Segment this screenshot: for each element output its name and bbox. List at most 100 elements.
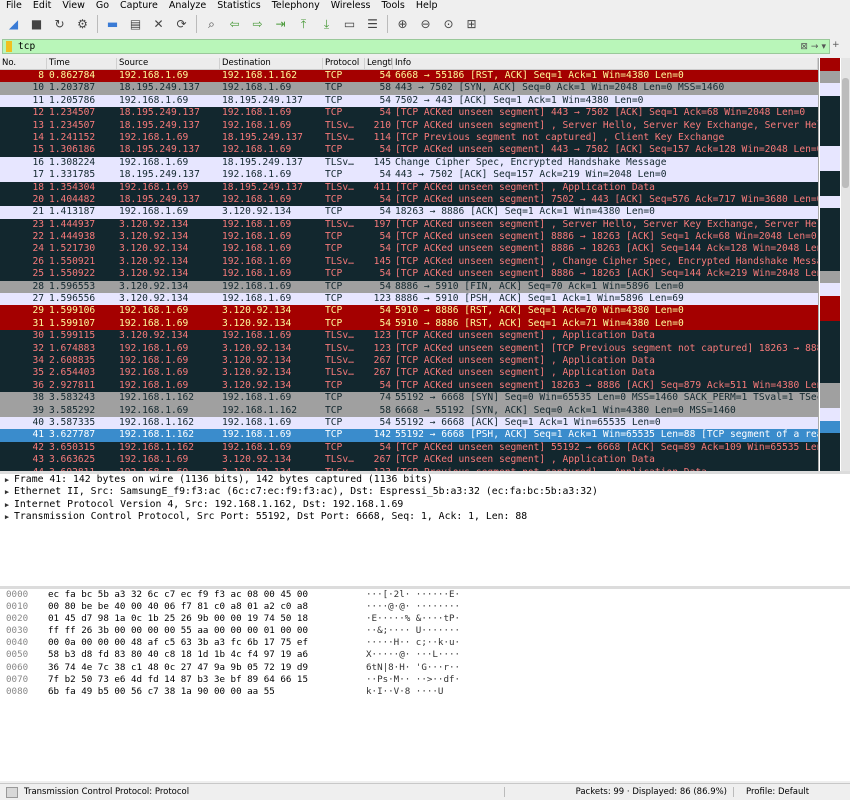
packet-row[interactable]: 24 1.521730 3.120.92.134 192.168.1.69 TCP 54 [… — [0, 243, 818, 256]
packet-row[interactable]: 11 1.205786 192.168.1.69 18.195.249.137 TCP 5… — [0, 94, 818, 108]
hex-dump-asc[interactable]: ··&;···· U······· — [366, 625, 506, 637]
find-packet-icon[interactable]: ⌕ — [203, 15, 221, 33]
packet-details-pane[interactable]: ▶ Frame 41: 142 bytes on wire (1136 bits)… — [0, 474, 850, 586]
go-first-icon[interactable]: ⤒ — [295, 15, 313, 33]
scrollbar-thumb[interactable] — [842, 78, 849, 188]
packet-row[interactable]: 40 3.587335 192.168.1.162 192.168.1.69 TCP 54… — [0, 416, 818, 430]
hex-dump-asc[interactable]: ···[·2l· ······E· — [366, 589, 506, 601]
packet-list-scrollbar[interactable] — [841, 58, 850, 471]
packet-row[interactable]: 20 1.404482 18.195.249.137 192.168.1.69 TCP 5… — [0, 193, 818, 207]
menu-statistics[interactable]: Statistics — [217, 0, 260, 11]
hex-dump-off[interactable]: 0010 — [0, 601, 44, 613]
go-forward-icon[interactable]: ⇨ — [249, 15, 267, 33]
hex-dump-off[interactable]: 0020 — [0, 613, 44, 625]
packet-row[interactable]: 28 1.596553 3.120.92.134 192.168.1.69 TCP 54 8… — [0, 280, 818, 294]
hex-dump-hex[interactable]: 00 0a 00 00 00 48 af c5 63 3b a3 fc 6b 1… — [44, 637, 366, 649]
packet-row[interactable]: 36 2.927811 192.168.1.69 3.120.92.134 TCP 54 [… — [0, 379, 818, 393]
hex-dump-asc[interactable]: ··Ps·M·· ··>··df· — [366, 674, 506, 686]
capture-options-icon[interactable]: ⚙ — [74, 15, 92, 33]
status-profile[interactable]: Profile: Default — [734, 787, 809, 797]
packet-row[interactable]: 16 1.308224 192.168.1.69 18.195.249.137 TLSv… — [0, 156, 818, 170]
hex-dump-off[interactable]: 0050 — [0, 649, 44, 661]
apply-filter-icon[interactable]: → — [811, 42, 819, 52]
zoom-out-icon[interactable]: ⊖ — [417, 15, 435, 33]
hex-dump-hex[interactable]: 6b fa 49 b5 00 56 c7 38 1a 90 00 00 aa 5… — [44, 686, 366, 698]
hex-dump-asc[interactable]: k·I··V·8 ····U — [366, 686, 506, 698]
packet-row[interactable]: 26 1.550921 3.120.92.134 192.168.1.69 TLSv… 1… — [0, 255, 818, 269]
hex-dump-hex[interactable]: 00 80 be be 40 00 40 06 f7 81 c0 a8 01 a… — [44, 601, 366, 613]
column-header-protocol[interactable]: Protocol — [323, 58, 365, 69]
hex-dump-off[interactable]: 0000 — [0, 589, 44, 601]
packet-row[interactable]: 25 1.550922 3.120.92.134 192.168.1.69 TCP 54 [… — [0, 268, 818, 281]
hex-dump-hex[interactable]: 58 b3 d8 fd 83 80 40 c8 18 1d 1b 4c f4 9… — [44, 649, 366, 661]
open-file-icon[interactable]: ▬ — [104, 15, 122, 33]
zoom-normal-icon[interactable]: ⊙ — [440, 15, 458, 33]
packet-row[interactable]: 23 1.444937 3.120.92.134 192.168.1.69 TLSv… 1… — [0, 218, 818, 232]
save-file-icon[interactable]: ▤ — [127, 15, 145, 33]
display-filter-input[interactable] — [18, 40, 801, 53]
add-filter-button[interactable]: + — [832, 40, 840, 50]
packet-row[interactable]: 31 1.599107 192.168.1.69 3.120.92.134 TCP 54 5… — [0, 317, 818, 331]
packet-row[interactable]: 42 3.650315 192.168.1.162 192.168.1.69 TCP 54… — [0, 441, 818, 455]
packet-row[interactable]: 30 1.599115 3.120.92.134 192.168.1.69 TLSv… 1… — [0, 330, 818, 343]
hex-dump-off[interactable]: 0070 — [0, 674, 44, 686]
menu-telephony[interactable]: Telephony — [272, 0, 320, 11]
hex-dump-hex[interactable]: 7f b2 50 73 e6 4d fd 14 87 b3 3e bf 89 6… — [44, 674, 366, 686]
packet-row[interactable]: 39 3.585292 192.168.1.69 192.168.1.162 TCP 58… — [0, 404, 818, 417]
column-header-source[interactable]: Source — [117, 58, 220, 69]
hex-dump-off[interactable]: 0060 — [0, 662, 44, 674]
column-header-info[interactable]: Info — [393, 58, 818, 69]
menu-view[interactable]: View — [62, 0, 85, 11]
menu-wireless[interactable]: Wireless — [331, 0, 371, 11]
autoscroll-icon[interactable]: ▭ — [341, 15, 359, 33]
stop-capture-icon[interactable]: ■ — [28, 15, 46, 33]
expand-arrow-icon[interactable]: ▶ — [0, 486, 14, 498]
packet-row[interactable]: 27 1.596556 3.120.92.134 192.168.1.69 TCP 123… — [0, 293, 818, 306]
restart-capture-icon[interactable]: ↻ — [51, 15, 69, 33]
detail-tree-item[interactable]: ▶ Frame 41: 142 bytes on wire (1136 bits)… — [0, 474, 850, 486]
column-header-length[interactable]: Length — [365, 58, 393, 69]
hex-dump-asc[interactable]: ·····H·· c;··k·u· — [366, 637, 506, 649]
zoom-in-icon[interactable]: ⊕ — [394, 15, 412, 33]
hex-dump-hex[interactable]: 36 74 4e 7c 38 c1 48 0c 27 47 9a 9b 05 7… — [44, 662, 366, 674]
packet-row[interactable]: 43 3.663625 192.168.1.69 3.120.92.134 TLSv… 2… — [0, 454, 818, 467]
menu-analyze[interactable]: Analyze — [169, 0, 206, 11]
packet-row[interactable]: 21 1.413187 192.168.1.69 3.120.92.134 TCP 54 1… — [0, 206, 818, 219]
hex-dump-off[interactable]: 0040 — [0, 637, 44, 649]
resize-columns-icon[interactable]: ⊞ — [463, 15, 481, 33]
packet-row[interactable]: 35 2.654403 192.168.1.69 3.120.92.134 TLSv… 2… — [0, 367, 818, 380]
packet-row[interactable]: 13 1.234507 18.195.249.137 192.168.1.69 TLSv… — [0, 119, 818, 132]
hex-dump-off[interactable]: 0030 — [0, 625, 44, 637]
packet-row[interactable]: 10 1.203787 18.195.249.137 192.168.1.69 TCP 5… — [0, 82, 818, 95]
filter-dropdown-icon[interactable]: ▾ — [821, 42, 826, 52]
hex-dump-off[interactable]: 0080 — [0, 686, 44, 698]
hex-dump-hex[interactable]: ec fa bc 5b a3 32 6c c7 ec f9 f3 ac 08 0… — [44, 589, 366, 601]
expand-arrow-icon[interactable]: ▶ — [0, 511, 14, 523]
packet-row[interactable]: 38 3.583243 192.168.1.162 192.168.1.69 TCP 74… — [0, 392, 818, 405]
colorize-icon[interactable]: ☰ — [364, 15, 382, 33]
packet-minimap[interactable] — [818, 58, 841, 472]
hex-dump-asc[interactable]: X·····@· ···L···· — [366, 649, 506, 661]
go-last-icon[interactable]: ⤓ — [318, 15, 336, 33]
packet-row[interactable]: 8 0.862784 192.168.1.69 192.168.1.162 TCP 54 6… — [0, 70, 818, 83]
menu-help[interactable]: Help — [416, 0, 438, 11]
packet-list[interactable]: 8 0.862784 192.168.1.69 192.168.1.162 TCP 54 6… — [0, 70, 818, 471]
hex-dump-asc[interactable]: 6tN|8·H· 'G···r·· — [366, 662, 506, 674]
expand-arrow-icon[interactable]: ▶ — [0, 474, 14, 486]
hex-dump-hex[interactable]: 01 45 d7 98 1a 0c 1b 25 26 9b 00 00 19 7… — [44, 613, 366, 625]
detail-tree-item[interactable]: ▶ Ethernet II, Src: SamsungE_f9:f3:ac (6c… — [0, 486, 850, 498]
packet-row[interactable]: 29 1.599106 192.168.1.69 3.120.92.134 TCP 54 5… — [0, 305, 818, 318]
menu-go[interactable]: Go — [96, 0, 109, 11]
packet-row[interactable]: 12 1.234507 18.195.249.137 192.168.1.69 TCP 5… — [0, 107, 818, 120]
clear-filter-icon[interactable]: ⊠ — [800, 42, 808, 52]
packet-row[interactable]: 32 1.674883 192.168.1.69 3.120.92.134 TLSv… 1… — [0, 342, 818, 355]
hex-dump-asc[interactable]: ····@·@· ········ — [366, 601, 506, 613]
hex-dump-asc[interactable]: ·E·····% &····tP· — [366, 613, 506, 625]
column-header-no[interactable]: No. — [0, 58, 47, 69]
menu-edit[interactable]: Edit — [33, 0, 51, 11]
menu-tools[interactable]: Tools — [381, 0, 404, 11]
packet-row[interactable]: 15 1.306186 18.195.249.137 192.168.1.69 TCP 5… — [0, 144, 818, 157]
packet-row[interactable]: 14 1.241152 192.168.1.69 18.195.249.137 TLSv… — [0, 131, 818, 145]
packet-row[interactable]: 41 3.627787 192.168.1.162 192.168.1.69 TCP 14… — [0, 429, 818, 442]
packet-row[interactable]: 17 1.331785 18.195.249.137 192.168.1.69 TCP 5… — [0, 169, 818, 182]
